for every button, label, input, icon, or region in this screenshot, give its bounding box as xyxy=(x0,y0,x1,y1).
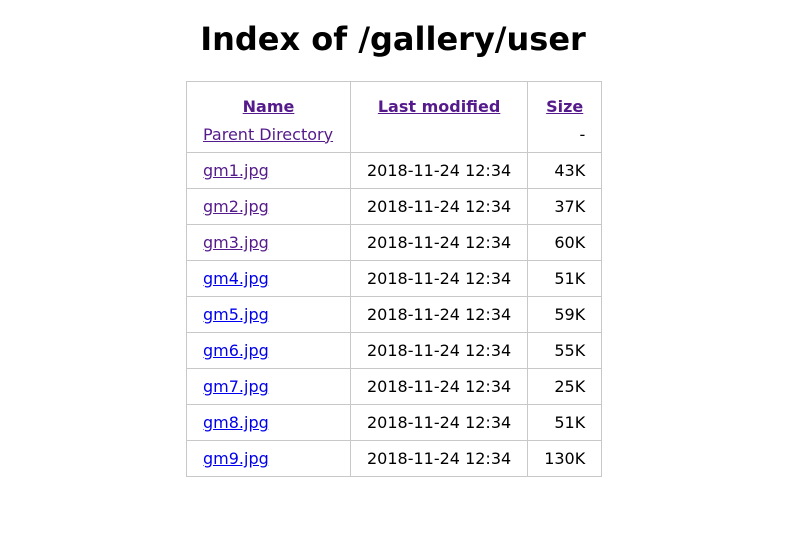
file-link[interactable]: gm4.jpg xyxy=(203,269,269,288)
file-modified-cell: 2018-11-24 12:34 xyxy=(349,260,529,297)
file-modified-cell: 2018-11-24 12:34 xyxy=(349,188,529,225)
table-row: gm3.jpg 2018-11-24 12:34 60K xyxy=(186,224,603,261)
file-modified-cell: 2018-11-24 12:34 xyxy=(349,404,529,441)
parent-size-cell: - xyxy=(527,116,603,153)
column-header-last-modified: Last modified xyxy=(349,81,529,116)
file-size-cell: 37K xyxy=(527,188,603,225)
file-size-cell: 59K xyxy=(527,296,603,333)
sort-by-name-link[interactable]: Name xyxy=(243,97,295,116)
table-row: gm9.jpg 2018-11-24 12:34 130K xyxy=(186,440,603,477)
file-modified-cell: 2018-11-24 12:34 xyxy=(349,152,529,189)
file-link[interactable]: gm2.jpg xyxy=(203,197,269,216)
table-row: gm8.jpg 2018-11-24 12:34 51K xyxy=(186,404,603,441)
file-link[interactable]: gm1.jpg xyxy=(203,161,269,180)
parent-directory-link[interactable]: Parent Directory xyxy=(203,125,333,144)
file-name-cell: gm8.jpg xyxy=(186,404,351,441)
file-modified-cell: 2018-11-24 12:34 xyxy=(349,224,529,261)
file-modified-cell: 2018-11-24 12:34 xyxy=(349,296,529,333)
column-header-size: Size xyxy=(527,81,603,116)
header-row: Name Last modified Size xyxy=(186,81,603,116)
file-size-cell: 51K xyxy=(527,260,603,297)
directory-listing-table: Name Last modified Size Parent Directory… xyxy=(186,81,603,477)
file-size-cell: 55K xyxy=(527,332,603,369)
file-modified-cell: 2018-11-24 12:34 xyxy=(349,368,529,405)
parent-date-cell xyxy=(349,116,529,153)
file-size-cell: 51K xyxy=(527,404,603,441)
table-row: gm6.jpg 2018-11-24 12:34 55K xyxy=(186,332,603,369)
file-name-cell: gm2.jpg xyxy=(186,188,351,225)
file-size-cell: 25K xyxy=(527,368,603,405)
file-name-cell: gm9.jpg xyxy=(186,440,351,477)
table-row: gm1.jpg 2018-11-24 12:34 43K xyxy=(186,152,603,189)
file-link[interactable]: gm6.jpg xyxy=(203,341,269,360)
table-row: gm7.jpg 2018-11-24 12:34 25K xyxy=(186,368,603,405)
file-name-cell: gm6.jpg xyxy=(186,332,351,369)
file-size-cell: 130K xyxy=(527,440,603,477)
parent-name-cell: Parent Directory xyxy=(186,116,351,153)
sort-by-size-link[interactable]: Size xyxy=(546,97,583,116)
table-row: gm4.jpg 2018-11-24 12:34 51K xyxy=(186,260,603,297)
file-link[interactable]: gm5.jpg xyxy=(203,305,269,324)
file-link[interactable]: gm7.jpg xyxy=(203,377,269,396)
column-header-name: Name xyxy=(186,81,351,116)
file-name-cell: gm5.jpg xyxy=(186,296,351,333)
file-modified-cell: 2018-11-24 12:34 xyxy=(349,440,529,477)
file-link[interactable]: gm3.jpg xyxy=(203,233,269,252)
table-row: gm5.jpg 2018-11-24 12:34 59K xyxy=(186,296,603,333)
file-link[interactable]: gm9.jpg xyxy=(203,449,269,468)
file-modified-cell: 2018-11-24 12:34 xyxy=(349,332,529,369)
page-title: Index of /gallery/user xyxy=(200,20,586,58)
file-name-cell: gm3.jpg xyxy=(186,224,351,261)
file-link[interactable]: gm8.jpg xyxy=(203,413,269,432)
table-row: gm2.jpg 2018-11-24 12:34 37K xyxy=(186,188,603,225)
sort-by-last-modified-link[interactable]: Last modified xyxy=(378,97,501,116)
file-size-cell: 43K xyxy=(527,152,603,189)
file-size-cell: 60K xyxy=(527,224,603,261)
parent-directory-row: Parent Directory - xyxy=(186,116,603,153)
file-name-cell: gm7.jpg xyxy=(186,368,351,405)
file-name-cell: gm1.jpg xyxy=(186,152,351,189)
file-name-cell: gm4.jpg xyxy=(186,260,351,297)
